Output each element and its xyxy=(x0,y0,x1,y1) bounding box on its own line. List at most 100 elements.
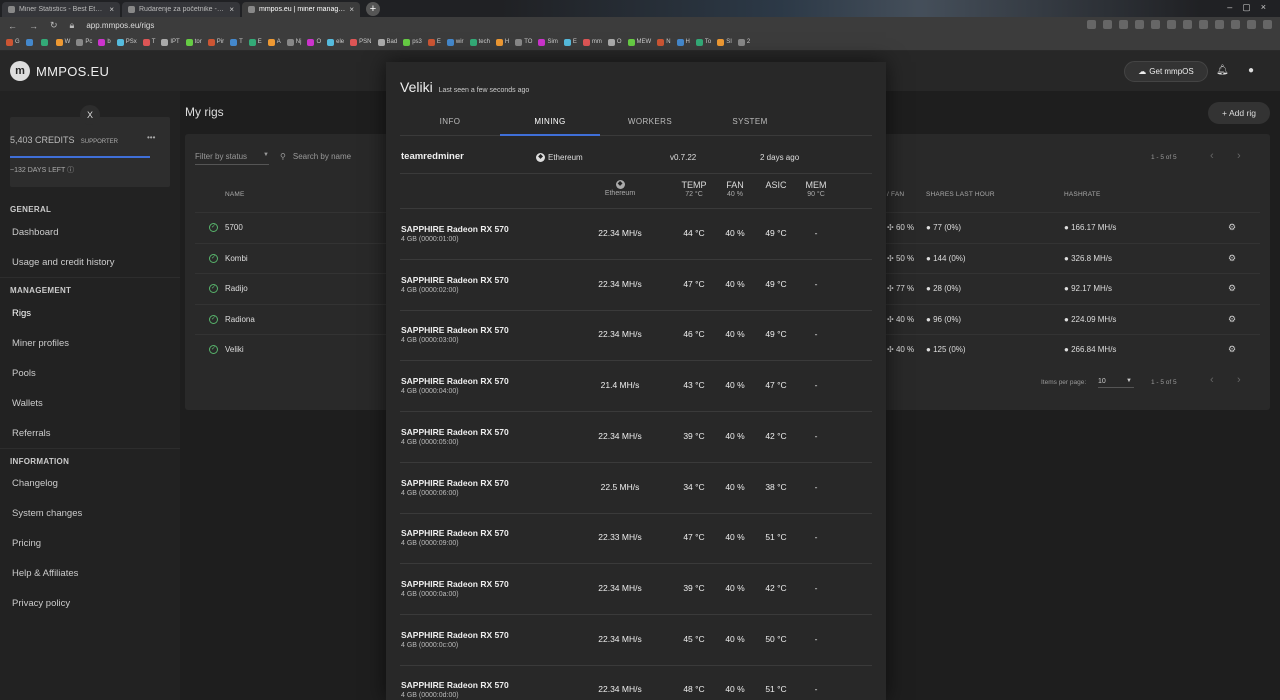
tab-info[interactable]: INFO xyxy=(400,112,500,136)
bookmark-item[interactable]: T xyxy=(142,38,155,46)
gear-icon[interactable]: ⚙ xyxy=(1228,283,1236,294)
sidebar-item-help[interactable]: Help & Affiliates xyxy=(12,568,78,579)
tab-close-icon[interactable]: × xyxy=(349,5,354,14)
back-icon[interactable]: ← xyxy=(8,21,17,31)
sidebar-item-changelog[interactable]: Changelog xyxy=(12,478,58,489)
rig-name[interactable]: Kombi xyxy=(225,254,248,263)
sidebar-item-referrals[interactable]: Referrals xyxy=(12,428,51,439)
bookmark-item[interactable]: PSx xyxy=(116,38,137,46)
window-controls[interactable]: –▢× xyxy=(1227,2,1276,13)
search-field[interactable]: ⚲ Search by name xyxy=(280,152,351,161)
new-tab-button[interactable]: + xyxy=(366,2,380,16)
bookmark-item[interactable]: Nj xyxy=(286,38,301,46)
extension-icon[interactable] xyxy=(1087,20,1096,29)
extension-icon[interactable] xyxy=(1167,20,1176,29)
search-input[interactable]: Search by name xyxy=(293,152,351,161)
bookmark-item[interactable]: W xyxy=(55,38,70,46)
browser-tab-2[interactable]: mmpos.eu | miner management × xyxy=(242,2,360,17)
items-per-page-select[interactable]: 10 ▼ xyxy=(1098,378,1134,388)
bookmark-item[interactable]: MEW xyxy=(627,38,651,46)
sidebar-item-pricing[interactable]: Pricing xyxy=(12,538,41,549)
bookmark-item[interactable]: Sim xyxy=(538,38,558,46)
bookmark-item[interactable]: ps3 xyxy=(403,38,422,46)
bell-icon[interactable]: 🔔︎ xyxy=(1216,65,1229,76)
info-icon[interactable]: ⓘ xyxy=(67,167,74,174)
bookmark-item[interactable]: Pir xyxy=(207,38,224,46)
reload-icon[interactable]: ↻ xyxy=(50,20,58,31)
bookmark-item[interactable]: SI xyxy=(717,38,732,46)
bookmark-item[interactable]: b xyxy=(98,38,111,46)
rig-name[interactable]: Radijo xyxy=(225,284,248,293)
add-rig-button[interactable]: + Add rig xyxy=(1208,102,1270,124)
extension-icon[interactable] xyxy=(1215,20,1224,29)
extension-icon[interactable] xyxy=(1103,20,1112,29)
browser-tab-1[interactable]: Rudarenje za početnike - ČITAJ × xyxy=(122,2,240,17)
more-options-icon[interactable]: ••• xyxy=(147,133,155,142)
close-credits-button[interactable]: X xyxy=(80,105,100,125)
bookmark-item[interactable]: tor xyxy=(185,38,202,46)
bookmark-item[interactable]: A xyxy=(267,38,281,46)
bookmark-item[interactable] xyxy=(40,38,50,46)
bookmark-item[interactable]: T xyxy=(230,38,243,46)
rig-name[interactable]: 5700 xyxy=(225,223,243,232)
gear-icon[interactable]: ⚙ xyxy=(1228,253,1236,264)
url-field[interactable]: app.mmpos.eu/rigs xyxy=(86,21,154,30)
tab-mining[interactable]: MINING xyxy=(500,112,600,136)
bookmark-item[interactable]: G xyxy=(6,38,20,46)
sidebar-item-pools[interactable]: Pools xyxy=(12,368,36,379)
gear-icon[interactable]: ⚙ xyxy=(1228,344,1236,355)
browser-tab-0[interactable]: Miner Statistics - Best Ethereum × xyxy=(2,2,120,17)
gear-icon[interactable]: ⚙ xyxy=(1228,314,1236,325)
status-filter-select[interactable]: Filter by status ▼ xyxy=(195,152,269,165)
bookmark-item[interactable]: IPT xyxy=(161,38,180,46)
extension-icon[interactable] xyxy=(1263,20,1272,29)
column-name[interactable]: NAME xyxy=(225,191,245,198)
bookmark-item[interactable]: To xyxy=(695,38,711,46)
sidebar-item-miner-profiles[interactable]: Miner profiles xyxy=(12,338,69,349)
user-icon[interactable]: ● xyxy=(1248,65,1254,76)
bookmark-item[interactable]: TO xyxy=(515,38,532,46)
bookmark-item[interactable]: H xyxy=(495,38,509,46)
extension-icon[interactable] xyxy=(1183,20,1192,29)
forward-icon[interactable]: → xyxy=(29,21,38,31)
prev-page-icon[interactable]: ‹ xyxy=(1210,374,1214,386)
tab-close-icon[interactable]: × xyxy=(109,5,114,14)
next-page-icon[interactable]: › xyxy=(1237,374,1241,386)
sidebar-item-privacy[interactable]: Privacy policy xyxy=(12,598,70,609)
tab-system[interactable]: SYSTEM xyxy=(700,112,800,136)
sidebar-item-system-changes[interactable]: System changes xyxy=(12,508,82,519)
bookmark-item[interactable] xyxy=(25,38,35,46)
extension-icon[interactable] xyxy=(1247,20,1256,29)
bookmark-item[interactable]: 2 xyxy=(737,38,750,46)
bookmark-item[interactable]: N xyxy=(657,38,671,46)
bookmark-item[interactable]: ele xyxy=(327,38,344,46)
extension-icon[interactable] xyxy=(1199,20,1208,29)
tab-workers[interactable]: WORKERS xyxy=(600,112,700,136)
bookmark-item[interactable]: Pc xyxy=(76,38,92,46)
bookmark-item[interactable]: E xyxy=(248,38,262,46)
bookmark-item[interactable]: E xyxy=(563,38,577,46)
logo[interactable]: m MMPOS.EU xyxy=(10,61,109,81)
extension-icon[interactable] xyxy=(1135,20,1144,29)
rig-name[interactable]: Veliki xyxy=(225,345,244,354)
column-hashrate[interactable]: HASHRATE xyxy=(1064,191,1101,198)
bookmark-item[interactable]: wir xyxy=(446,38,464,46)
column-fan[interactable]: / FAN xyxy=(887,191,904,198)
extension-icon[interactable] xyxy=(1151,20,1160,29)
get-mmpos-button[interactable]: ☁ Get mmpOS xyxy=(1124,61,1208,82)
bookmark-item[interactable]: O xyxy=(307,38,321,46)
next-page-icon[interactable]: › xyxy=(1237,150,1241,162)
extension-icon[interactable] xyxy=(1231,20,1240,29)
tab-close-icon[interactable]: × xyxy=(229,5,234,14)
sidebar-item-wallets[interactable]: Wallets xyxy=(12,398,43,409)
bookmark-item[interactable]: O xyxy=(607,38,622,46)
bookmark-item[interactable]: mm xyxy=(582,38,602,46)
gear-icon[interactable]: ⚙ xyxy=(1228,222,1236,233)
rig-name[interactable]: Radiona xyxy=(225,315,255,324)
bookmark-item[interactable]: H xyxy=(676,38,690,46)
prev-page-icon[interactable]: ‹ xyxy=(1210,150,1214,162)
column-shares[interactable]: SHARES LAST HOUR xyxy=(926,191,995,198)
sidebar-item-rigs[interactable]: Rigs xyxy=(12,308,31,319)
bookmark-item[interactable]: Bad xyxy=(377,38,397,46)
bookmark-item[interactable]: tech xyxy=(469,38,490,46)
